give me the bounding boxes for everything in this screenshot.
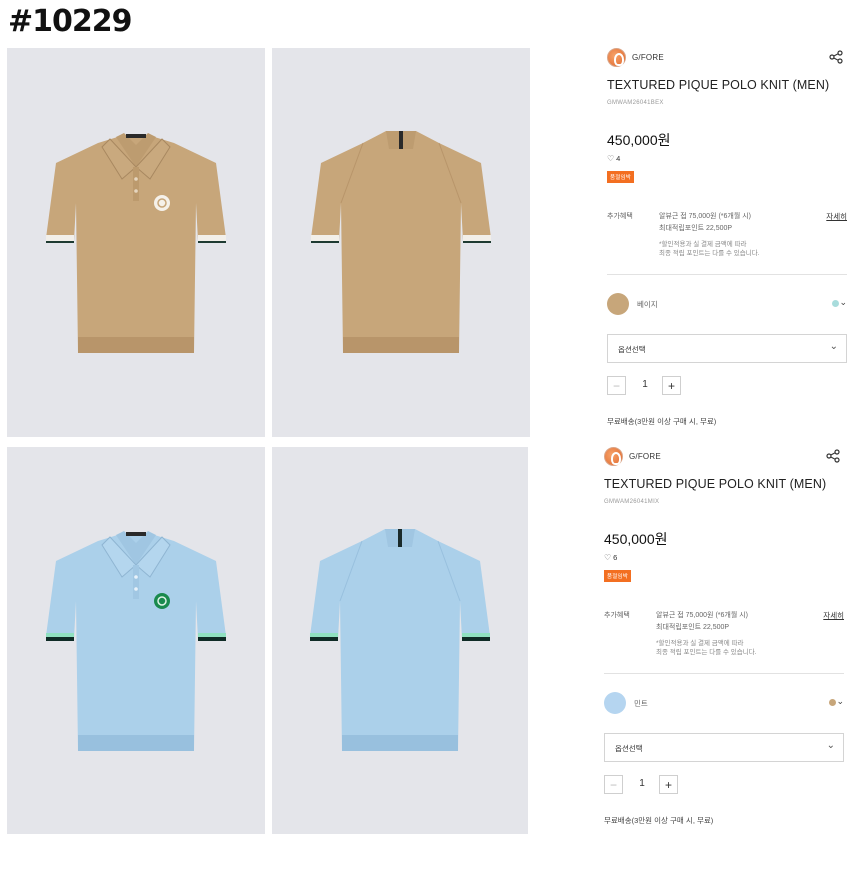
color-name: 민트 <box>634 699 648 708</box>
status-badge: 품절임박 <box>604 570 632 582</box>
benefit-points: 최대적립포인트 22,500P <box>656 624 730 631</box>
polo-back-mint-image <box>310 528 490 751</box>
quantity-value: 1 <box>642 379 648 390</box>
brand-logo-icon <box>604 447 623 466</box>
chevron-down-icon[interactable]: ⌄ <box>839 297 847 308</box>
chevron-down-icon: ⌄ <box>826 740 835 751</box>
product-photo-back-beige[interactable] <box>272 48 530 437</box>
product-code: GMWAM26041MIX <box>604 499 660 505</box>
option-select[interactable]: 옵션선택 ⌄ <box>607 334 847 363</box>
product-info-panel-mint: G/FORE TEXTURED PIQUE POLO KNIT (MEN) GM… <box>604 447 844 837</box>
quantity-decrease-button[interactable]: − <box>607 376 626 395</box>
product-photo-front-beige[interactable] <box>7 48 265 437</box>
shipping-info: 무료배송(3만원 이상 구매 시, 무료) <box>607 417 717 426</box>
product-photo-back-mint[interactable] <box>272 447 528 834</box>
status-badge: 품절임박 <box>607 171 635 183</box>
divider <box>607 274 847 275</box>
quantity-increase-button[interactable]: + <box>659 775 678 794</box>
benefit-installment: 알뷰근 접 75,000원 (*6개월 시) <box>656 612 748 619</box>
benefit-detail-link[interactable]: 자세히 <box>823 610 844 621</box>
alt-color-swatch[interactable] <box>829 699 836 706</box>
polo-front-beige-image <box>46 132 226 353</box>
shipping-info: 무료배송(3만원 이상 구매 시, 무료) <box>604 816 714 825</box>
benefit-installment: 알뷰근 접 75,000원 (*6개월 시) <box>659 213 751 220</box>
heart-icon[interactable]: ♡ <box>604 553 611 562</box>
benefit-detail-link[interactable]: 자세히 <box>826 211 847 222</box>
selected-color-swatch[interactable] <box>607 293 629 315</box>
benefit-note: 최종 적립 포인트는 다를 수 있습니다. <box>659 250 760 257</box>
heart-icon[interactable]: ♡ <box>607 154 614 163</box>
likes-row: ♡ 6 <box>604 553 617 562</box>
quantity-decrease-button[interactable]: − <box>604 775 623 794</box>
quantity-increase-button[interactable]: + <box>662 376 681 395</box>
product-name: TEXTURED PIQUE POLO KNIT (MEN) <box>604 477 827 491</box>
option-select-label: 옵션선택 <box>618 345 646 354</box>
benefit-label: 추가혜택 <box>604 612 630 619</box>
share-icon[interactable] <box>826 449 840 463</box>
brand-row[interactable]: G/FORE <box>604 447 661 466</box>
benefit-label: 추가혜택 <box>607 213 633 220</box>
brand-name: G/FORE <box>629 452 661 461</box>
benefit-note: 최종 적립 포인트는 다를 수 있습니다. <box>656 649 757 656</box>
product-code: GMWAM26041BEX <box>607 100 664 106</box>
product-price: 450,000원 <box>607 132 671 148</box>
product-photo-front-mint[interactable] <box>7 447 265 834</box>
product-name: TEXTURED PIQUE POLO KNIT (MEN) <box>607 78 830 92</box>
brand-row[interactable]: G/FORE <box>607 48 664 67</box>
page-title: #10229 <box>8 4 133 39</box>
brand-name: G/FORE <box>632 53 664 62</box>
brand-logo-icon <box>607 48 626 67</box>
like-count: 4 <box>616 154 621 163</box>
chevron-down-icon[interactable]: ⌄ <box>836 696 844 707</box>
color-name: 베이지 <box>637 300 658 309</box>
product-info-panel-beige: G/FORE TEXTURED PIQUE POLO KNIT (MEN) GM… <box>607 48 847 438</box>
chevron-down-icon: ⌄ <box>829 341 838 352</box>
polo-front-mint-image <box>46 530 226 751</box>
likes-row: ♡ 4 <box>607 154 620 163</box>
alt-color-swatch[interactable] <box>832 300 839 307</box>
divider <box>604 673 844 674</box>
product-price: 450,000원 <box>604 531 668 547</box>
selected-color-swatch[interactable] <box>604 692 626 714</box>
option-select-label: 옵션선택 <box>615 744 643 753</box>
like-count: 6 <box>613 553 618 562</box>
share-icon[interactable] <box>829 50 843 64</box>
quantity-value: 1 <box>639 778 645 789</box>
benefit-points: 최대적립포인트 22,500P <box>659 225 733 232</box>
option-select[interactable]: 옵션선택 ⌄ <box>604 733 844 762</box>
polo-back-beige-image <box>311 130 491 353</box>
